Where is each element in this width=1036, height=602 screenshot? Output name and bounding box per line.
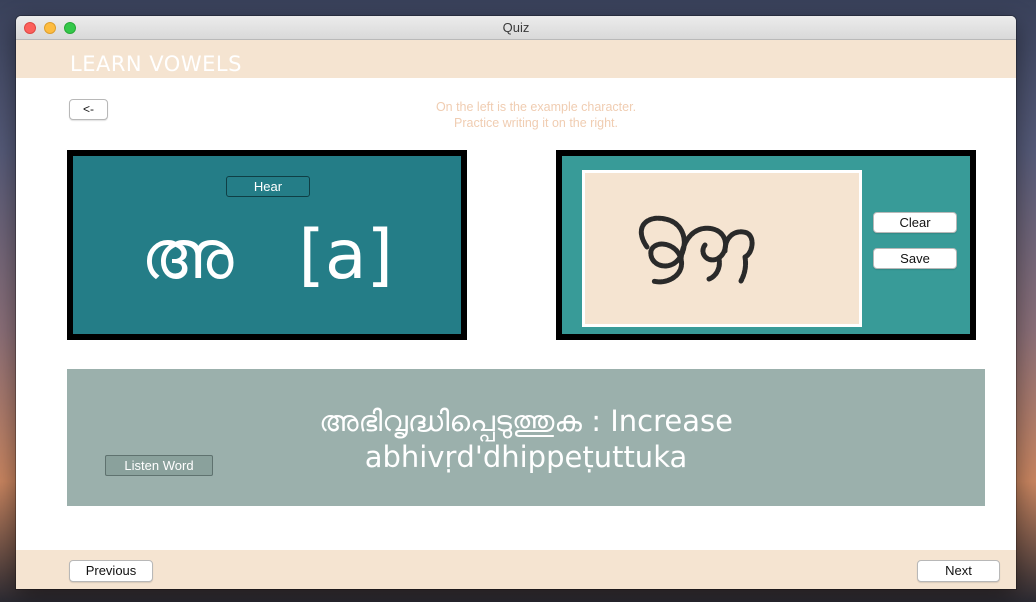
previous-button[interactable]: Previous bbox=[69, 560, 153, 582]
example-character: അ bbox=[140, 216, 234, 295]
page-header: LEARN VOWELS bbox=[16, 40, 1016, 78]
example-character-display: അ [a] bbox=[73, 216, 461, 296]
listen-word-button[interactable]: Listen Word bbox=[105, 455, 213, 476]
quiz-window: Quiz LEARN VOWELS <- On the left is the … bbox=[16, 16, 1016, 589]
instructions-line-2: Practice writing it on the right. bbox=[454, 116, 618, 130]
word-translation-line: അഭിവൃദ്ധിപ്പെടുത്തുക : Increase bbox=[67, 403, 985, 439]
save-button[interactable]: Save bbox=[873, 248, 957, 269]
instructions-line-1: On the left is the example character. bbox=[435, 100, 637, 114]
clear-button[interactable]: Clear bbox=[873, 212, 957, 233]
example-word-panel: അഭിവൃദ്ധിപ്പെടുത്തുക : Increase abhivṛd'… bbox=[67, 369, 985, 506]
word-separator: : bbox=[591, 404, 601, 438]
footer-bar: Previous Next bbox=[16, 550, 1016, 589]
instructions: On the left is the example character. Pr… bbox=[316, 99, 756, 131]
window-title: Quiz bbox=[502, 20, 530, 35]
word-meaning: Increase bbox=[610, 404, 733, 438]
word-native: അഭിവൃദ്ധിപ്പെടുത്തുക bbox=[319, 404, 582, 438]
title-bar[interactable]: Quiz bbox=[16, 16, 1016, 40]
example-spacer bbox=[255, 216, 277, 295]
drawing-canvas[interactable] bbox=[582, 170, 862, 327]
next-button[interactable]: Next bbox=[917, 560, 1000, 582]
example-character-panel: Hear അ [a] bbox=[67, 150, 467, 340]
back-button[interactable]: <- bbox=[69, 99, 108, 120]
hear-button[interactable]: Hear bbox=[226, 176, 310, 197]
practice-panel: Clear Save bbox=[556, 150, 976, 340]
transliteration: [a] bbox=[298, 216, 394, 295]
page-title: LEARN VOWELS bbox=[70, 52, 242, 76]
handwritten-stroke bbox=[638, 215, 755, 285]
